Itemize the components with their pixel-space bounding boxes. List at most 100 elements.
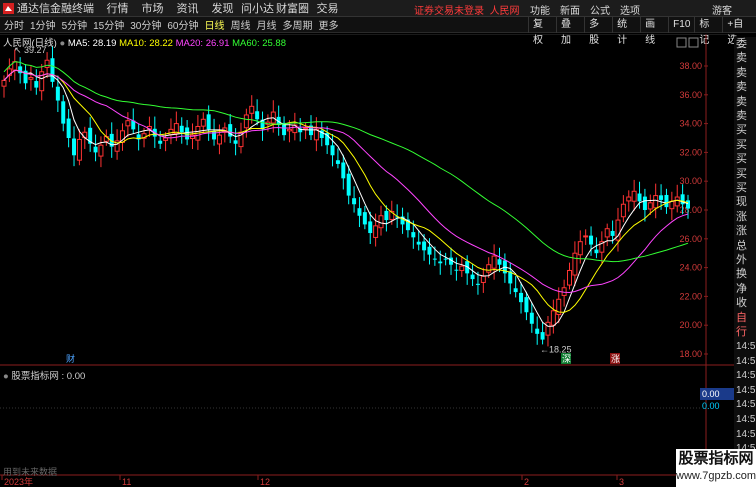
period-tab-5[interactable]: 60分钟 xyxy=(167,17,198,32)
candle-body-down xyxy=(72,138,77,156)
tool-button-0[interactable]: 复权 xyxy=(528,17,556,46)
candle-body-down xyxy=(470,274,475,280)
candle-body-up xyxy=(480,275,486,283)
candle-body-down xyxy=(659,195,664,200)
candle-body-down xyxy=(212,130,217,140)
zoom-in-icon xyxy=(676,37,687,48)
period-tab-9[interactable]: 多周期 xyxy=(283,17,313,32)
candle-body-up xyxy=(303,127,309,130)
candle-body-up xyxy=(626,196,632,202)
candle-body-down xyxy=(411,232,416,238)
x-axis-label: 3 xyxy=(619,477,624,487)
candle-body-up xyxy=(545,321,551,336)
indicator-title-text: 股票指标网 : 0.00 xyxy=(11,371,86,382)
candle-body-up xyxy=(28,77,34,80)
site-watermark: 股票指标网 www.7gpzb.com xyxy=(676,449,756,487)
candle-body-up xyxy=(491,255,497,269)
tool-button-3[interactable]: 统计 xyxy=(612,17,640,46)
time-stamp-2: 14:56 xyxy=(734,369,756,384)
price-axis-label: 32.00 xyxy=(679,147,702,157)
right-menu: 功能 新面 公式 选项 xyxy=(530,2,650,17)
candle-body-down xyxy=(432,258,437,260)
period-tab-6[interactable]: 日线 xyxy=(205,17,225,32)
menu-item-0[interactable]: 行情 xyxy=(100,0,135,16)
right-menu-item-1[interactable]: 新面 xyxy=(560,2,580,17)
login-notice-text[interactable]: 证券交易未登录 xyxy=(414,6,484,17)
indicator-title: ● 股票指标网 : 0.00 xyxy=(3,368,85,382)
candle-body-up xyxy=(286,128,292,132)
right-menu-item-3[interactable]: 选项 xyxy=(620,2,640,17)
period-tab-2[interactable]: 5分钟 xyxy=(62,17,88,32)
tool-button-7[interactable]: +自选 xyxy=(722,17,756,46)
period-tab-3[interactable]: 15分钟 xyxy=(93,17,124,32)
tool-button-1[interactable]: 叠加 xyxy=(556,17,584,46)
unused-data-note: 用到未来数据 xyxy=(3,467,58,477)
ma-label-2: MA20: 26.91 xyxy=(172,38,230,49)
price-axis-label: 38.00 xyxy=(679,61,702,71)
indicator-dot-icon[interactable]: ● xyxy=(3,371,9,382)
menu-item-6[interactable]: 交易 xyxy=(310,0,345,16)
candle-body-up xyxy=(567,269,573,286)
tool-button-2[interactable]: 多股 xyxy=(584,17,612,46)
candle-body-up xyxy=(200,118,206,127)
menu-item-1[interactable]: 市场 xyxy=(135,0,170,16)
indicator-value-b: 0.00 xyxy=(702,401,720,411)
period-tab-8[interactable]: 月线 xyxy=(257,17,277,32)
ma-label-3: MA60: 25.88 xyxy=(229,38,286,49)
menu-item-3[interactable]: 发现 xyxy=(205,0,240,16)
candle-body-down xyxy=(519,292,524,303)
tool-button-6[interactable]: 标记 xyxy=(694,17,722,46)
candle-body-down xyxy=(529,312,534,324)
candle-body-up xyxy=(669,200,675,210)
period-toolbar: 分时 1分钟 5分钟 15分钟 30分钟 60分钟 日线 周线 月线 多周期 更多 复权 叠加 多股 统计… xyxy=(0,17,756,46)
menu-item-2[interactable]: 资讯 xyxy=(170,0,205,16)
period-tab-1[interactable]: 1分钟 xyxy=(30,17,56,32)
right-menu-item-0[interactable]: 功能 xyxy=(530,2,550,17)
ma-label-0: MA5: 28.19 xyxy=(67,38,117,49)
candle-body-up xyxy=(631,190,637,202)
candle-body-down xyxy=(422,241,427,251)
candle-body-down xyxy=(352,198,357,205)
candle-body-down xyxy=(642,196,647,210)
candle-body-down xyxy=(362,212,367,225)
right-menu-item-2[interactable]: 公式 xyxy=(590,2,610,17)
candle-body-down xyxy=(686,200,690,209)
marker-shen: 深 xyxy=(562,354,571,364)
candle-body-down xyxy=(185,127,190,140)
candle-body-down xyxy=(206,114,211,130)
price-axis-label: 20.00 xyxy=(679,320,702,330)
candle-body-down xyxy=(535,328,540,334)
candle-body-down xyxy=(416,241,421,245)
price-axis-label: 26.00 xyxy=(679,234,702,244)
settings-dot-icon[interactable]: ● xyxy=(59,38,65,49)
period-tab-4[interactable]: 30分钟 xyxy=(130,17,161,32)
candle-body-up xyxy=(168,128,174,136)
candle-body-down xyxy=(158,140,163,144)
candle-body-down xyxy=(589,235,594,245)
tool-button-5[interactable]: F10 xyxy=(668,17,694,33)
candle-body-down xyxy=(330,145,335,156)
app-window: { "app": {"title": "通达信金融终端"}, "menu": [… xyxy=(0,0,756,487)
price-axis-label: 24.00 xyxy=(679,263,702,273)
kline-chart[interactable]: 38.0036.0034.0032.0030.0028.0026.0024.00… xyxy=(0,34,734,487)
watermark-title: 股票指标网 xyxy=(678,450,754,467)
tool-button-4[interactable]: 画线 xyxy=(640,17,668,46)
watermark-url: www.7gpzb.com xyxy=(676,470,756,482)
main-menu: 行情 市场 资讯 发现 问小达 财富圈 交易 xyxy=(100,0,345,16)
period-tab-10[interactable]: 更多 xyxy=(319,17,339,32)
candle-body-down xyxy=(335,160,340,164)
time-stamp-6: 14:56 xyxy=(734,427,756,443)
user-label[interactable]: 人民网 xyxy=(490,6,520,17)
period-tab-7[interactable]: 周线 xyxy=(231,17,251,32)
menu-item-5[interactable]: 财富圈 xyxy=(275,0,310,16)
menu-item-4[interactable]: 问小达 xyxy=(240,0,275,16)
guest-label[interactable]: 游客 xyxy=(712,2,732,17)
candle-body-down xyxy=(346,173,351,196)
x-axis-label: 12 xyxy=(260,477,270,487)
login-notice[interactable]: 证券交易未登录 人民网 xyxy=(414,2,520,17)
time-stamp-0: 14:56 xyxy=(734,340,756,355)
candle-body-up xyxy=(604,228,610,238)
period-tab-0[interactable]: 分时 xyxy=(4,17,24,32)
app-title: 通达信金融终端 xyxy=(17,3,94,15)
candle-body-up xyxy=(620,203,626,218)
